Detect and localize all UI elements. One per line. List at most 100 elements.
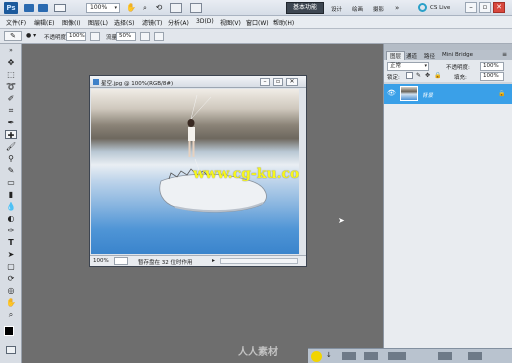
tab-paths[interactable]: 路径 <box>424 52 435 60</box>
menu-3d[interactable]: 3D(D) <box>196 18 214 25</box>
brush-size-picker[interactable]: ● ▾ <box>26 31 40 41</box>
type-tool-icon[interactable]: T <box>5 238 17 247</box>
eyedropper-tool-icon[interactable]: ✒ <box>5 118 17 127</box>
panel-menu-icon[interactable]: ≡ <box>502 51 507 58</box>
pen-pressure-opacity-icon[interactable] <box>90 32 100 41</box>
rotate-view-icon[interactable]: ⟲ <box>154 3 164 13</box>
lock-all-icon[interactable]: 🔒 <box>434 72 441 79</box>
doc-close-button[interactable]: ✕ <box>286 78 298 86</box>
layer-row[interactable]: 👁 背景 🔒 <box>384 84 512 104</box>
menu-view[interactable]: 视图(V) <box>220 18 241 27</box>
document-titlebar[interactable]: 星空.jpg @ 100%(RGB/8#) – ▫ ✕ <box>90 76 306 88</box>
launch-bridge-icon[interactable] <box>24 4 34 12</box>
status-menu-arrow-icon[interactable]: ▸ <box>212 257 215 264</box>
blend-mode-dropdown[interactable]: 正常 ▾ <box>387 62 429 71</box>
3d-orbit-tool-icon[interactable]: ◎ <box>5 286 17 295</box>
lock-position-icon[interactable]: ✥ <box>425 72 430 79</box>
document-zoom-value[interactable]: 100% <box>93 258 109 264</box>
healing-brush-tool-icon[interactable]: ✚ <box>5 130 17 140</box>
brush-tool-icon[interactable]: 🖌 <box>5 142 17 151</box>
workspace-design-link[interactable]: 设计 <box>331 5 342 13</box>
lock-transparent-icon[interactable] <box>406 72 413 79</box>
arrange-documents-icon[interactable] <box>170 3 182 13</box>
minimize-button[interactable]: – <box>465 2 477 13</box>
horizontal-scrollbar[interactable] <box>220 258 298 264</box>
menu-edit[interactable]: 编辑(E) <box>34 18 54 27</box>
pen-tool-icon[interactable]: ✑ <box>5 226 17 235</box>
menu-analysis[interactable]: 分析(A) <box>168 18 189 27</box>
tray-clock-icon[interactable] <box>388 352 406 360</box>
lasso-tool-icon[interactable]: ➰ <box>5 82 17 91</box>
zoom-tool-icon[interactable]: ⌕ <box>140 3 150 13</box>
flow-field[interactable]: 50% <box>116 32 136 41</box>
tray-volume-icon[interactable] <box>364 352 378 360</box>
launch-minibridge-icon[interactable] <box>38 4 48 12</box>
menu-filter[interactable]: 滤镜(T) <box>142 18 162 27</box>
airbrush-icon[interactable] <box>140 32 150 41</box>
tab-layers[interactable]: 图层 <box>386 51 406 60</box>
opacity-field[interactable]: 100% <box>66 32 86 41</box>
cs-live-label[interactable]: CS Live <box>430 5 450 11</box>
screen-mode-icon[interactable] <box>190 3 202 13</box>
tray-extra-icon[interactable] <box>438 352 452 360</box>
menu-layer[interactable]: 图层(L) <box>88 18 108 27</box>
zoom-tool-icon[interactable]: ⌕ <box>5 310 17 319</box>
document-statusbar: 100% 暂存盘在 32 位时作用 ▸ <box>90 255 306 266</box>
clone-stamp-tool-icon[interactable]: ⚲ <box>5 154 17 163</box>
close-button[interactable]: ✕ <box>493 2 505 13</box>
lock-image-icon[interactable]: ✎ <box>416 72 421 79</box>
3d-rotate-tool-icon[interactable]: ⟳ <box>5 274 17 283</box>
cs-live-icon[interactable] <box>418 3 427 12</box>
chevron-down-icon: ▾ <box>424 63 427 69</box>
zoom-level-dropdown[interactable]: 100% ▾ <box>86 3 120 13</box>
document-window[interactable]: 星空.jpg @ 100%(RGB/8#) – ▫ ✕ www.cg-ku.co… <box>89 75 307 267</box>
tray-extra2-icon[interactable] <box>468 352 482 360</box>
quick-selection-tool-icon[interactable]: ✐ <box>5 94 17 103</box>
workspace-photography-link[interactable]: 摄影 <box>373 5 384 13</box>
dodge-tool-icon[interactable]: ◐ <box>5 214 17 223</box>
quick-mask-icon[interactable] <box>6 346 16 354</box>
tray-input-icon[interactable] <box>311 351 322 362</box>
menu-select[interactable]: 选择(S) <box>114 18 135 27</box>
fill-field[interactable]: 100% <box>480 72 504 81</box>
pen-pressure-size-icon[interactable] <box>154 32 164 41</box>
chevron-down-icon: ▾ <box>114 5 117 11</box>
doc-maximize-button[interactable]: ▫ <box>273 78 283 86</box>
menu-help[interactable]: 帮助(H) <box>273 18 294 27</box>
girl-figure <box>187 119 195 157</box>
path-selection-tool-icon[interactable]: ➤ <box>5 250 17 259</box>
marquee-tool-icon[interactable]: ⬚ <box>5 70 17 79</box>
foreground-color-swatch[interactable] <box>4 326 14 336</box>
visibility-eye-icon[interactable]: 👁 <box>387 89 396 97</box>
blur-tool-icon[interactable]: 💧 <box>5 202 17 211</box>
hand-tool-icon[interactable]: ✋ <box>5 298 17 307</box>
view-extras-icon[interactable] <box>54 4 66 12</box>
eraser-tool-icon[interactable]: ▭ <box>5 178 17 187</box>
more-workspaces-icon[interactable]: » <box>395 4 399 12</box>
workspace-painting-link[interactable]: 绘画 <box>352 5 363 13</box>
gradient-tool-icon[interactable]: ▮ <box>5 190 17 199</box>
tab-channels[interactable]: 通道 <box>406 52 417 60</box>
doc-minimize-button[interactable]: – <box>260 78 270 86</box>
menu-window[interactable]: 窗口(W) <box>246 18 269 27</box>
move-tool-icon[interactable]: ✥ <box>5 58 17 67</box>
collapse-toolbox-icon[interactable]: » <box>5 46 17 55</box>
history-brush-tool-icon[interactable]: ✎ <box>5 166 17 175</box>
menu-bar: 文件(F) 编辑(E) 图像(I) 图层(L) 选择(S) 滤镜(T) 分析(A… <box>0 16 512 29</box>
menu-image[interactable]: 图像(I) <box>62 18 80 27</box>
application-bar: Ps 100% ▾ ✋ ⌕ ⟲ 基本功能 设计 绘画 摄影 » CS Live … <box>0 0 512 16</box>
document-image[interactable]: www.cg-ku.com <box>91 89 299 254</box>
tool-preset-picker[interactable]: ✎ <box>4 31 22 41</box>
menu-file[interactable]: 文件(F) <box>6 18 26 27</box>
hand-tool-icon[interactable]: ✋ <box>126 3 136 13</box>
crop-tool-icon[interactable]: ⌗ <box>5 106 17 115</box>
workspace-essentials-button[interactable]: 基本功能 <box>286 2 324 14</box>
mouse-cursor-icon: ➤ <box>338 216 345 225</box>
layer-opacity-field[interactable]: 100% <box>480 62 504 71</box>
tray-arrow-icon[interactable]: ↓ <box>326 351 332 359</box>
shape-tool-icon[interactable]: ▢ <box>5 262 17 271</box>
photoshop-logo: Ps <box>4 2 18 14</box>
tray-network-icon[interactable] <box>342 352 356 360</box>
maximize-button[interactable]: ▫ <box>479 2 491 13</box>
tab-mini-bridge[interactable]: Mini Bridge <box>442 52 473 58</box>
